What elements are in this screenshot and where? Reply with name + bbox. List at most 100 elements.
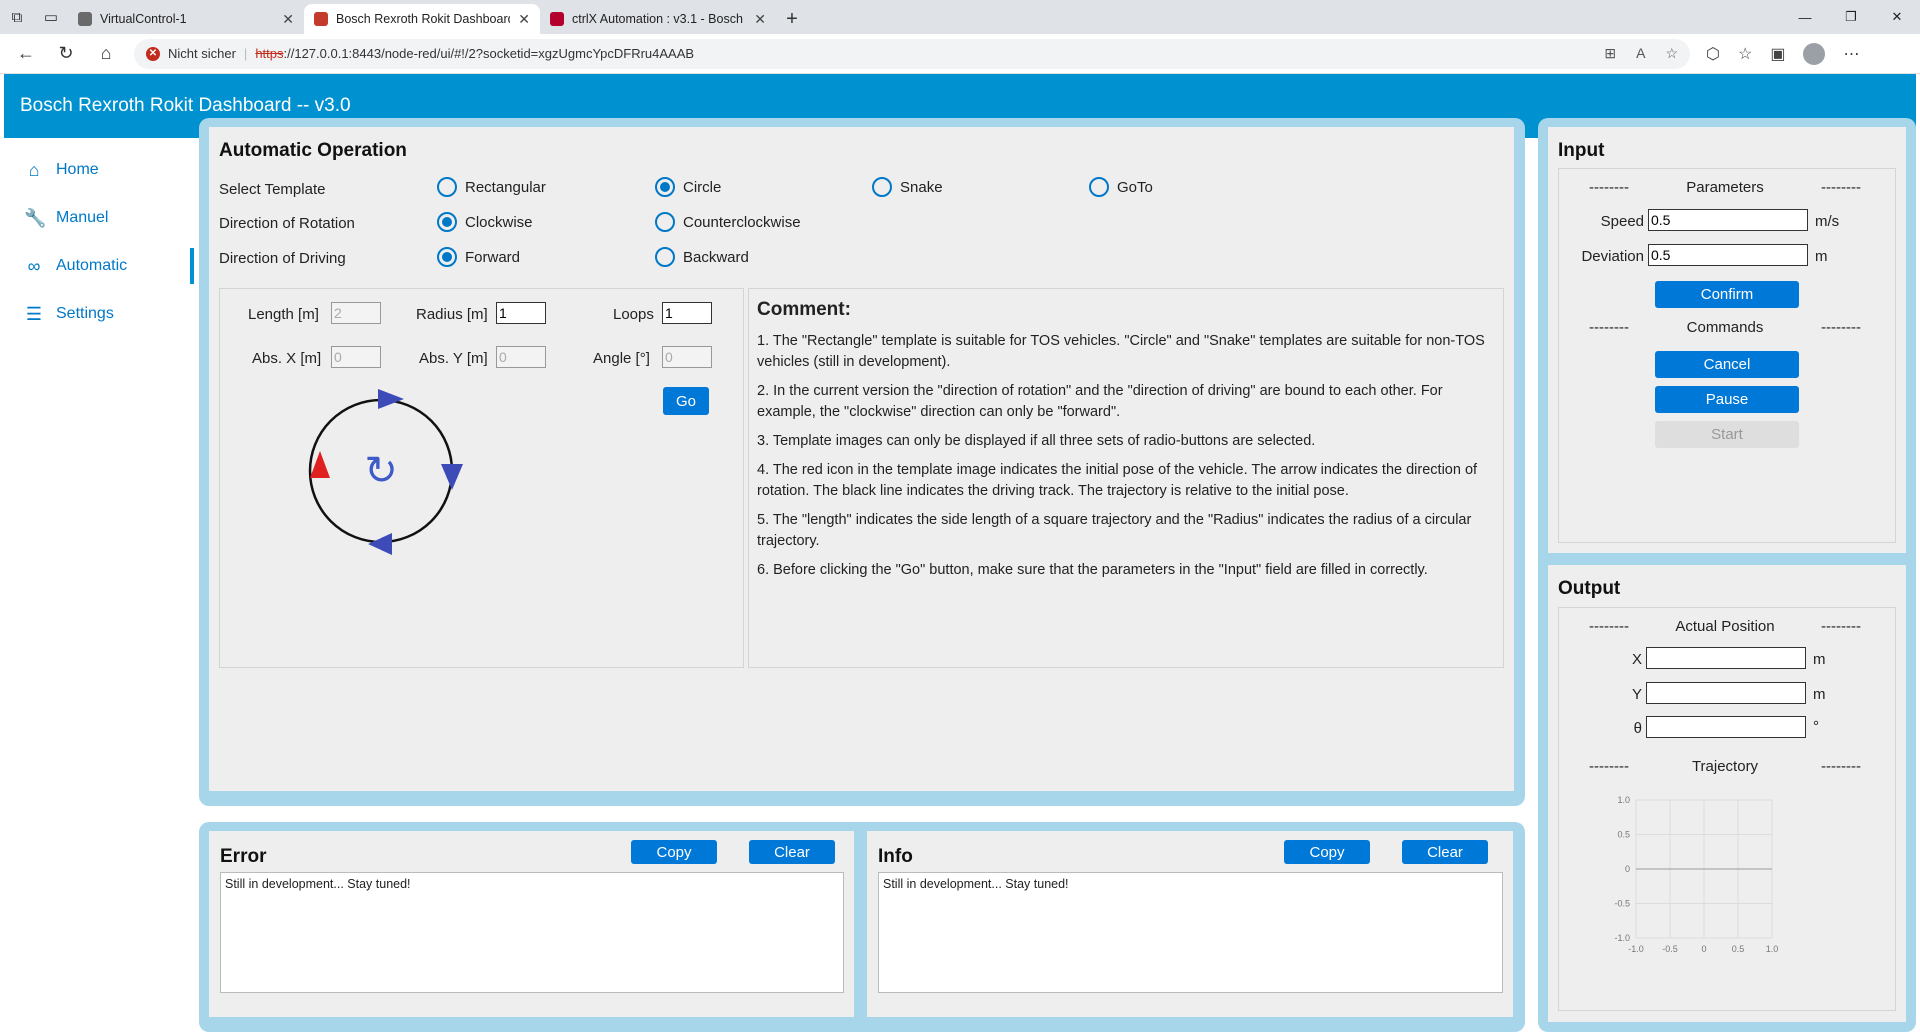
radio-circle-indicator	[872, 177, 892, 197]
actual-position-separator: -------- Actual Position --------	[1589, 618, 1861, 635]
loops-input[interactable]	[662, 302, 712, 324]
go-button[interactable]: Go	[663, 387, 709, 415]
info-clear-button[interactable]: Clear	[1402, 840, 1488, 864]
actual-position-heading: Actual Position	[1675, 618, 1775, 635]
length-label: Length [m]	[248, 306, 319, 323]
x-tick-label: -1.0	[1628, 944, 1644, 954]
commands-heading: Commands	[1686, 319, 1764, 336]
home-browser-icon[interactable]: ⌂	[86, 34, 126, 74]
tab-actions-icon[interactable]: ▭	[34, 0, 68, 34]
radio-label: Rectangular	[465, 178, 546, 196]
trajectory-separator: -------- Trajectory --------	[1589, 758, 1861, 775]
cancel-button[interactable]: Cancel	[1655, 351, 1799, 378]
radio-label: Circle	[683, 178, 722, 196]
automatic-operation-title: Automatic Operation	[219, 140, 407, 161]
infinity-icon: ∞	[27, 255, 41, 276]
not-secure-icon: ✕	[146, 46, 160, 61]
more-menu-icon[interactable]: ⋯	[1843, 44, 1859, 64]
app-available-icon[interactable]: ⊞	[1604, 45, 1616, 62]
y-tick-label: 0.5	[1617, 830, 1630, 840]
abs-x-label: Abs. X [m]	[252, 350, 322, 367]
radio-label: Counterclockwise	[683, 213, 801, 231]
tab-favicon-icon	[78, 12, 92, 26]
input-output-group: Input -------- Parameters -------- Speed…	[1538, 118, 1916, 1032]
radio-forward[interactable]: Forward	[437, 247, 520, 267]
messages-group: Error Copy Clear Still in development...…	[199, 822, 1525, 1032]
radius-input[interactable]	[496, 302, 546, 324]
read-aloud-icon[interactable]: A	[1636, 45, 1645, 62]
close-tab-icon[interactable]: ✕	[518, 11, 530, 28]
browser-tab-dashboard[interactable]: Bosch Rexroth Rokit Dashboard - ✕	[304, 4, 540, 34]
radio-snake[interactable]: Snake	[872, 177, 943, 197]
collections-icon[interactable]: ▣	[1770, 44, 1785, 64]
angle-input[interactable]	[662, 346, 712, 368]
radio-circle-indicator	[437, 212, 457, 232]
address-bar: ← ↻ ⌂ ✕ Nicht sicher | https ://127.0.0.…	[0, 34, 1920, 74]
radio-label: Backward	[683, 248, 749, 266]
separator-dashes: --------	[1589, 618, 1629, 635]
minimize-icon[interactable]: —	[1782, 0, 1828, 34]
profile-avatar[interactable]	[1803, 42, 1826, 65]
browser-tab-ctrlx[interactable]: ctrlX Automation : v3.1 - Bosch Re ✕	[540, 4, 776, 34]
sidebar-item-settings[interactable]: ☰ Settings	[4, 290, 194, 338]
url-field[interactable]: ✕ Nicht sicher | https ://127.0.0.1:8443…	[134, 38, 1690, 69]
error-copy-button[interactable]: Copy	[631, 840, 717, 864]
pause-button[interactable]: Pause	[1655, 386, 1799, 413]
angle-label: Angle [°]	[593, 350, 650, 367]
speed-input[interactable]	[1648, 209, 1808, 231]
sidebar-item-manuel[interactable]: 🔧 Manuel	[4, 194, 194, 242]
browser-tab-virtualcontrol[interactable]: VirtualControl-1 ✕	[68, 4, 304, 34]
error-clear-button[interactable]: Clear	[749, 840, 835, 864]
sidebar-item-label: Manuel	[56, 209, 109, 226]
input-title: Input	[1558, 140, 1605, 161]
theta-label: θ	[1633, 720, 1642, 737]
y-unit: m	[1813, 686, 1826, 703]
x-tick-label: 1.0	[1766, 944, 1779, 954]
radio-clockwise[interactable]: Clockwise	[437, 212, 533, 232]
radio-backward[interactable]: Backward	[655, 247, 749, 267]
x-tick-label: 0	[1701, 944, 1706, 954]
tab-favicon-icon	[314, 12, 328, 26]
radio-circle-indicator	[437, 177, 457, 197]
y-tick-label: -0.5	[1614, 899, 1630, 909]
dashboard-app: Bosch Rexroth Rokit Dashboard -- v3.0 ⌂ …	[0, 74, 1920, 1032]
close-window-icon[interactable]: ✕	[1874, 0, 1920, 34]
security-label: Nicht sicher	[168, 46, 236, 61]
radio-counterclockwise[interactable]: Counterclockwise	[655, 212, 801, 232]
output-inner-panel: -------- Actual Position -------- X m Y …	[1558, 607, 1896, 1011]
comment-item: 5. The "length" indicates the side lengt…	[757, 512, 1472, 550]
workspaces-icon[interactable]: ⧉	[0, 0, 34, 34]
sidebar-item-automatic[interactable]: ∞ Automatic	[4, 242, 194, 290]
separator-dashes: --------	[1589, 319, 1629, 336]
deviation-input[interactable]	[1648, 244, 1808, 266]
x-unit: m	[1813, 651, 1826, 668]
new-tab-button[interactable]: +	[776, 4, 808, 34]
sidebar-item-label: Settings	[56, 305, 114, 322]
length-input[interactable]	[331, 302, 381, 324]
radio-rectangular[interactable]: Rectangular	[437, 177, 546, 197]
info-log[interactable]: Still in development... Stay tuned!	[878, 872, 1503, 993]
radio-circle-indicator	[437, 247, 457, 267]
back-icon[interactable]: ←	[6, 34, 46, 74]
favorite-star-icon[interactable]: ☆	[1665, 45, 1678, 62]
commands-separator: -------- Commands --------	[1589, 319, 1861, 336]
close-tab-icon[interactable]: ✕	[754, 11, 766, 28]
select-template-label: Select Template	[219, 181, 326, 198]
favorites-icon[interactable]: ☆	[1738, 44, 1752, 64]
radio-circle[interactable]: Circle	[655, 177, 721, 197]
comment-item: 1. The "Rectangle" template is suitable …	[757, 333, 1485, 371]
confirm-button[interactable]: Confirm	[1655, 281, 1799, 308]
radio-goto[interactable]: GoTo	[1089, 177, 1153, 197]
close-tab-icon[interactable]: ✕	[282, 11, 294, 28]
separator-dashes: --------	[1589, 758, 1629, 775]
restore-icon[interactable]: ❐	[1828, 0, 1874, 34]
sidebar-item-home[interactable]: ⌂ Home	[4, 146, 194, 194]
start-button[interactable]: Start	[1655, 421, 1799, 448]
reload-icon[interactable]: ↻	[46, 34, 86, 74]
error-log[interactable]: Still in development... Stay tuned!	[220, 872, 844, 993]
abs-x-input[interactable]	[331, 346, 381, 368]
separator-dashes: --------	[1821, 179, 1861, 196]
abs-y-input[interactable]	[496, 346, 546, 368]
info-copy-button[interactable]: Copy	[1284, 840, 1370, 864]
extensions-icon[interactable]: ⬡	[1706, 44, 1720, 64]
